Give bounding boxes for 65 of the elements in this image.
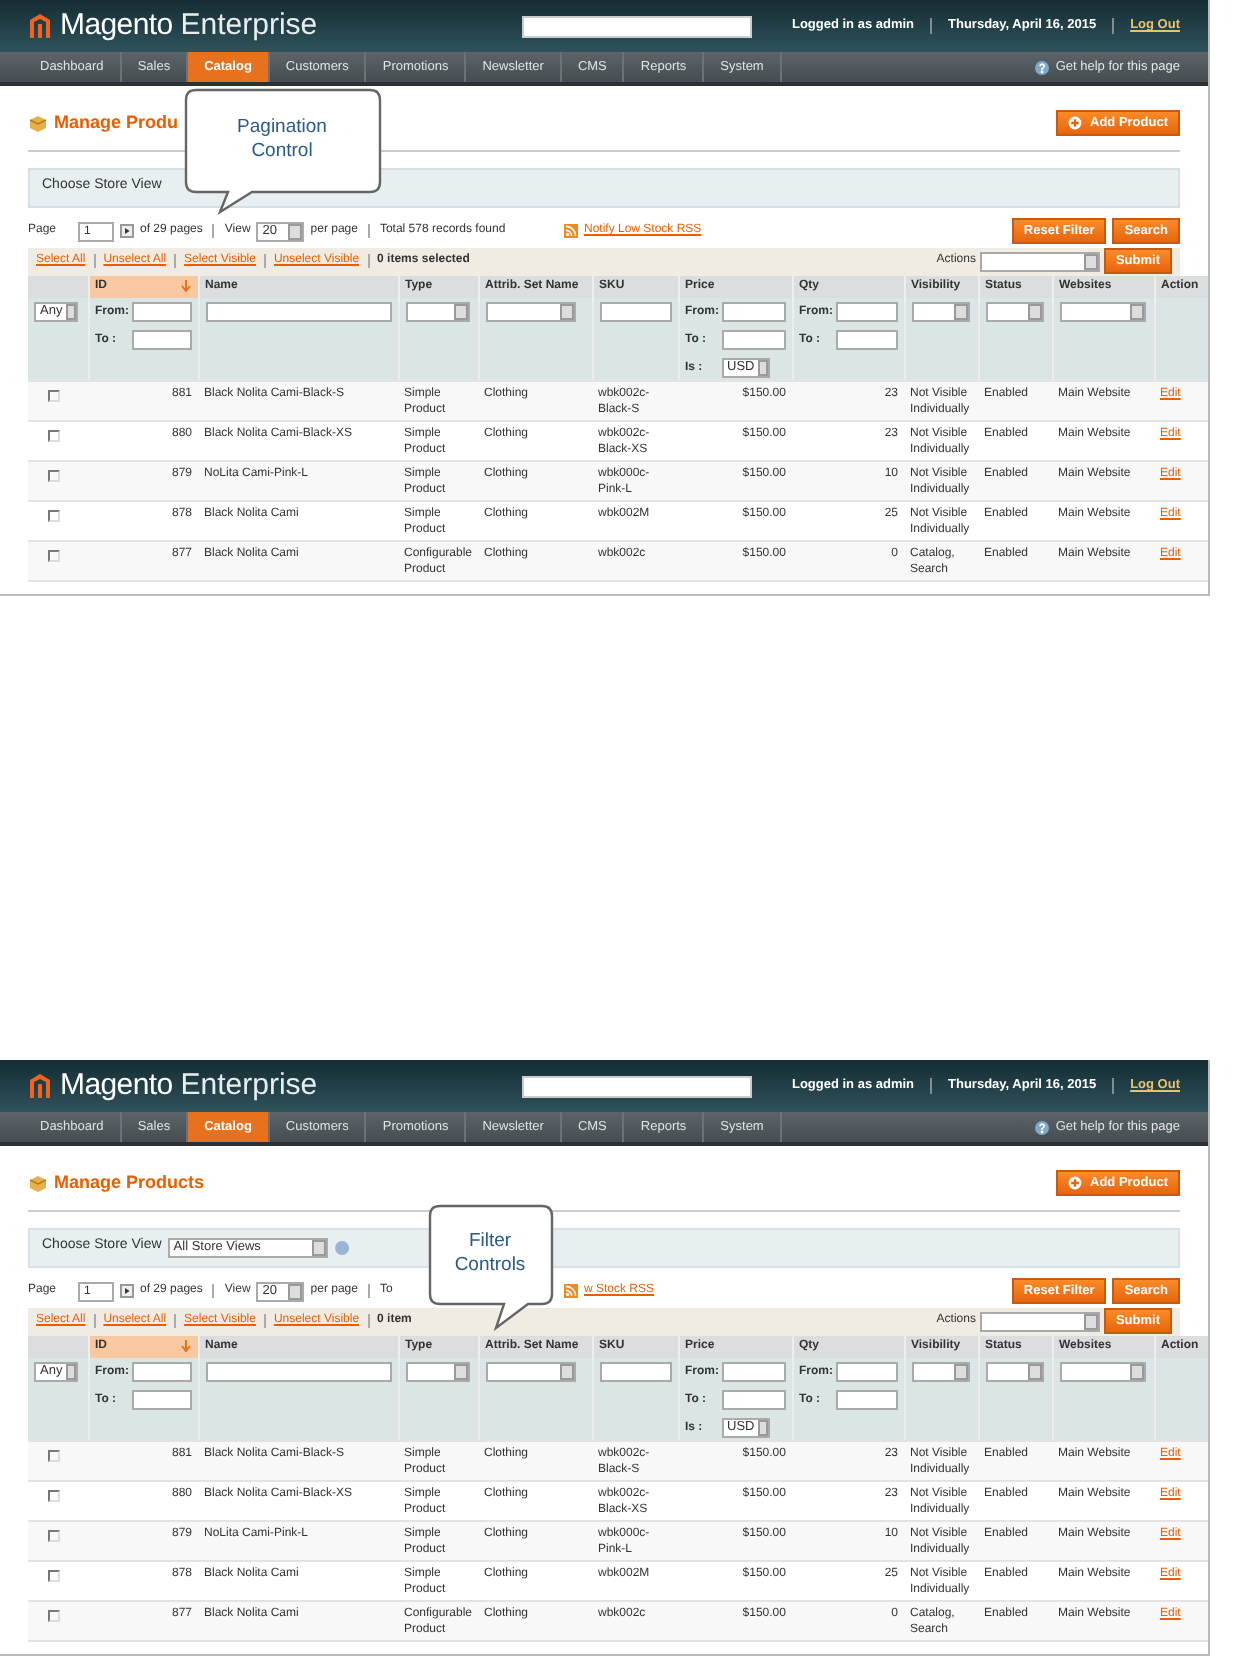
rss-icon — [564, 224, 578, 238]
row-checkbox[interactable] — [48, 1569, 60, 1581]
rss-icon — [564, 1284, 578, 1298]
sort-arrow-icon — [179, 1340, 191, 1352]
filter-select[interactable] — [405, 1361, 469, 1381]
row-checkbox[interactable] — [48, 389, 60, 401]
filter-field[interactable] — [721, 301, 785, 321]
logo-icon — [28, 1072, 52, 1100]
row-checkbox[interactable] — [48, 1449, 60, 1461]
filter-select[interactable] — [985, 1361, 1043, 1381]
filter-field[interactable] — [205, 1361, 391, 1381]
row-checkbox[interactable] — [48, 1529, 60, 1541]
help-icon — [1033, 1119, 1050, 1135]
plus-icon — [1068, 116, 1082, 131]
global-search-field[interactable] — [521, 15, 752, 37]
filter-field[interactable] — [131, 329, 191, 349]
global-search-field[interactable] — [521, 1075, 752, 1097]
filter-select[interactable] — [911, 1361, 969, 1381]
filter-select[interactable] — [1059, 1361, 1145, 1381]
callout-text: Pagination — [235, 116, 329, 140]
box-icon — [28, 114, 48, 133]
filter-field[interactable] — [599, 301, 671, 321]
filter-field[interactable] — [131, 1389, 191, 1409]
filter-field[interactable] — [835, 1389, 897, 1409]
actions-select[interactable] — [979, 1311, 1100, 1331]
filter-field[interactable] — [721, 1389, 785, 1409]
filter-field[interactable] — [599, 1361, 671, 1381]
filter-field[interactable] — [131, 1361, 191, 1381]
plus-icon — [1068, 1176, 1082, 1191]
help-icon — [1033, 59, 1050, 75]
globe-icon — [333, 1239, 350, 1255]
filter-select[interactable] — [405, 301, 469, 321]
row-checkbox[interactable] — [48, 469, 60, 481]
row-checkbox[interactable] — [48, 1609, 60, 1621]
logo-icon — [28, 12, 52, 40]
filter-field[interactable] — [131, 301, 191, 321]
filter-field[interactable] — [835, 1361, 897, 1381]
filter-field[interactable] — [721, 1361, 785, 1381]
filter-select[interactable] — [485, 301, 575, 321]
row-checkbox[interactable] — [48, 429, 60, 441]
brand-name: Magento — [60, 5, 173, 46]
filter-select[interactable] — [985, 301, 1043, 321]
edition-name: Enterprise — [180, 1065, 318, 1106]
filter-field[interactable] — [721, 329, 785, 349]
box-icon — [28, 1174, 48, 1193]
edition-name: Enterprise — [180, 5, 318, 46]
page-title: Manage Products — [54, 1170, 205, 1196]
callout-text: Control — [249, 140, 315, 164]
row-checkbox[interactable] — [48, 509, 60, 521]
filter-select[interactable] — [485, 1361, 575, 1381]
page-title: Manage Produ — [54, 110, 179, 136]
row-checkbox[interactable] — [48, 1489, 60, 1501]
next-page-icon — [120, 1284, 135, 1298]
filter-field[interactable] — [205, 301, 391, 321]
brand-name: Magento — [60, 1065, 173, 1106]
sort-arrow-icon — [179, 280, 191, 292]
callout-text: Filter — [466, 1230, 514, 1254]
filter-field[interactable] — [835, 301, 897, 321]
row-checkbox[interactable] — [48, 549, 60, 561]
filter-select[interactable] — [911, 301, 969, 321]
filter-select[interactable] — [1059, 301, 1145, 321]
filter-field[interactable] — [835, 329, 897, 349]
callout-text: Controls — [452, 1254, 528, 1278]
actions-select[interactable] — [979, 251, 1100, 271]
next-page-icon — [120, 224, 135, 238]
